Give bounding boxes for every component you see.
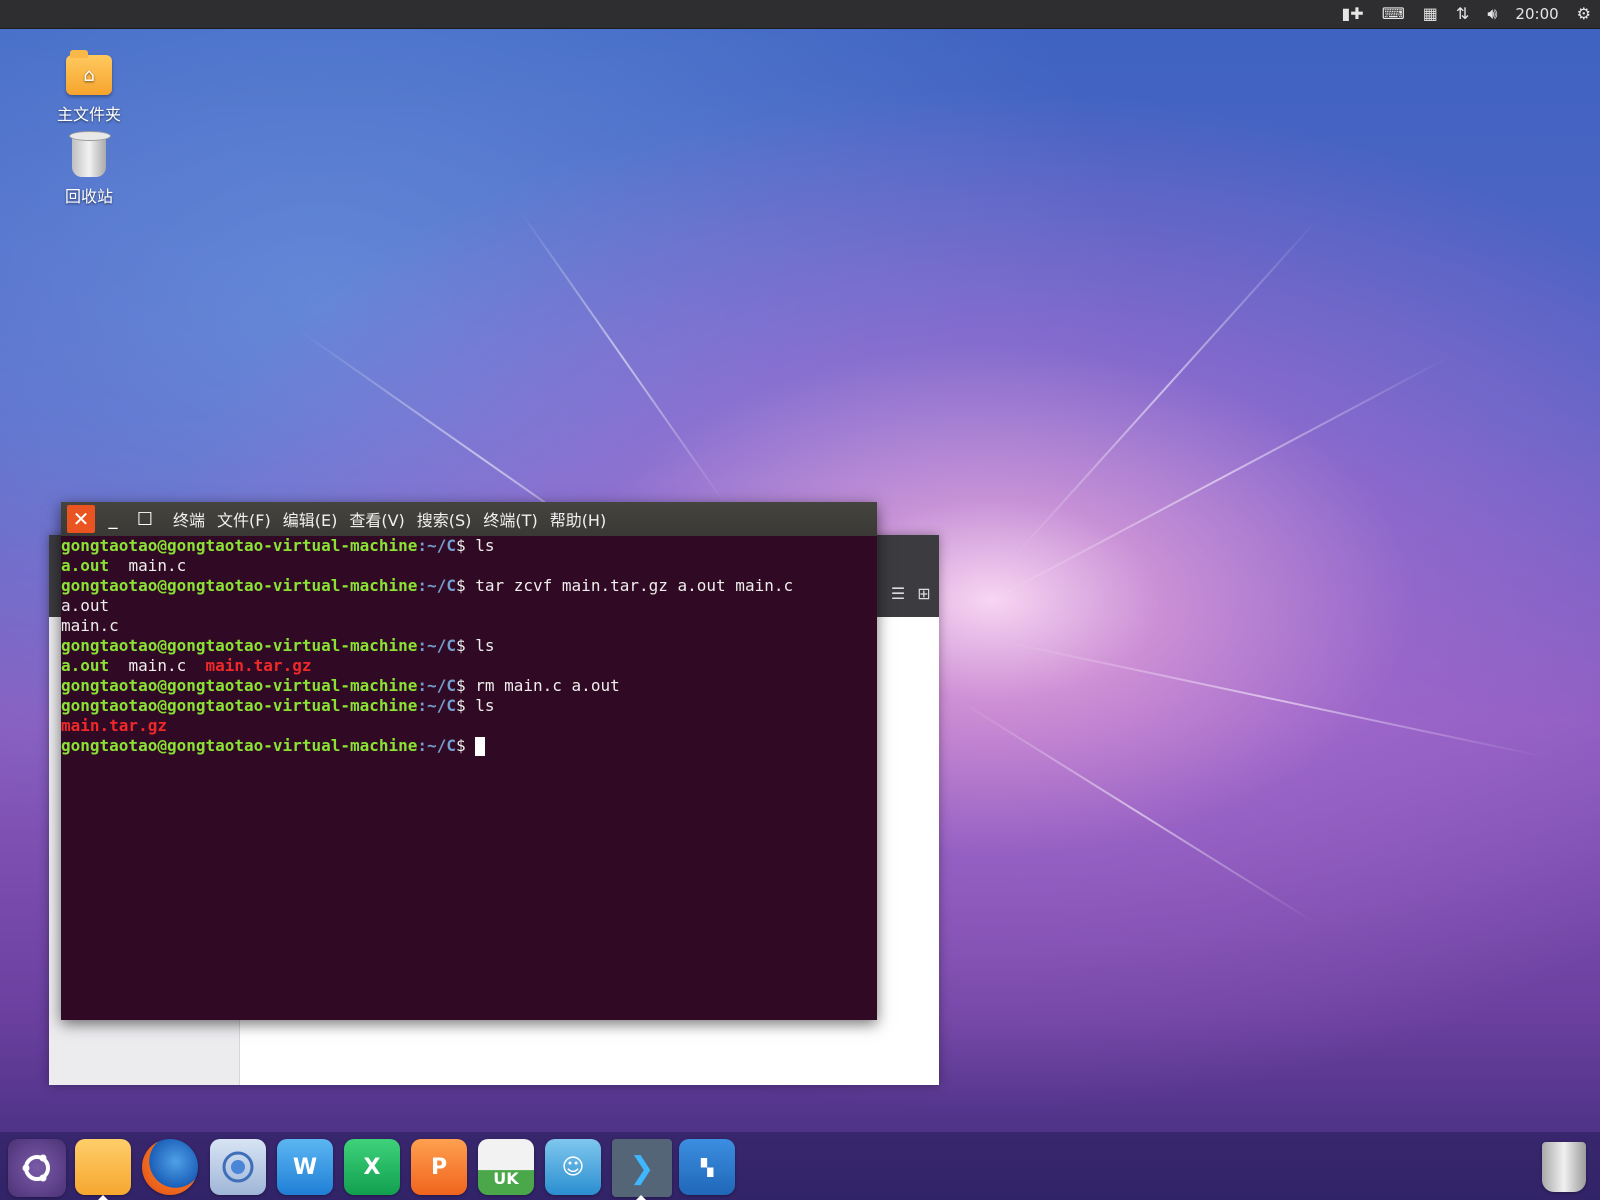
prompt-symbol: $: [455, 696, 476, 715]
system-tray: ▮✚ ⌨ ▦ ⇅ 🔊︎ 20:00 ⚙: [1332, 0, 1600, 28]
menu-terminal-app[interactable]: 终端: [173, 507, 205, 531]
terminal-output[interactable]: gongtaotao@gongtaotao-virtual-machine:~/…: [61, 536, 877, 1020]
dock-software-center[interactable]: UK: [478, 1139, 534, 1195]
terminal-line: gongtaotao@gongtaotao-virtual-machine:~/…: [61, 636, 877, 656]
home-folder-icon: ⌂: [66, 50, 112, 95]
prompt-symbol: $: [455, 576, 476, 595]
spreadsheet-icon: X: [363, 1154, 381, 1180]
terminal-line: a.out main.c main.tar.gz: [61, 656, 877, 676]
calendar-icon[interactable]: ▦: [1423, 0, 1438, 28]
desktop-icon-label: 主文件夹: [56, 105, 121, 124]
prompt-path: :~/C: [417, 676, 456, 695]
workspace-icon: ▚: [700, 1157, 714, 1177]
menu-terminal[interactable]: 终端(T): [483, 507, 537, 531]
menu-search[interactable]: 搜索(S): [417, 507, 472, 531]
dock-file-manager[interactable]: [75, 1139, 131, 1195]
prompt-user: gongtaotao@gongtaotao-virtual-machine: [61, 576, 418, 595]
prompt-symbol: $: [455, 536, 476, 555]
terminal-line: main.c: [61, 616, 119, 635]
output-file-executable: a.out: [61, 556, 110, 575]
desktop-icon-home[interactable]: ⌂ 主文件夹: [44, 50, 134, 125]
trash-icon: [69, 131, 111, 177]
dock-firefox[interactable]: [142, 1139, 198, 1195]
command-text: ls: [475, 636, 495, 655]
prompt-user: gongtaotao@gongtaotao-virtual-machine: [61, 636, 418, 655]
menu-view[interactable]: 查看(V): [349, 507, 404, 531]
desktop-icon-label: 回收站: [64, 187, 113, 206]
network-switch-icon[interactable]: ▮✚: [1341, 0, 1363, 28]
close-icon: ✕: [72, 507, 90, 531]
prompt-path: :~/C: [417, 636, 456, 655]
browser-icon: [222, 1151, 254, 1183]
terminal-line: gongtaotao@gongtaotao-virtual-machine:~/…: [61, 696, 877, 716]
command-text: ls: [475, 696, 495, 715]
writer-icon: W: [292, 1154, 318, 1180]
terminal-line: gongtaotao@gongtaotao-virtual-machine:~/…: [61, 576, 877, 596]
terminal-icon: ❯: [629, 1150, 655, 1186]
terminal-window[interactable]: ✕ _ ☐ 终端 文件(F) 编辑(E) 查看(V) 搜索(S) 终端(T) 帮…: [61, 502, 877, 1020]
clock[interactable]: 20:00: [1515, 0, 1558, 28]
minimize-icon: _: [108, 508, 118, 530]
prompt-user: gongtaotao@gongtaotao-virtual-machine: [61, 536, 418, 555]
software-center-icon: UK: [493, 1168, 519, 1188]
dock-wps-spreadsheet[interactable]: X: [344, 1139, 400, 1195]
terminal-line: gongtaotao@gongtaotao-virtual-machine:~/…: [61, 736, 877, 756]
prompt-user: gongtaotao@gongtaotao-virtual-machine: [61, 696, 418, 715]
assistant-icon: ☺: [561, 1154, 585, 1180]
prompt-symbol: $: [455, 676, 476, 695]
command-text: ls: [475, 536, 495, 555]
volume-icon[interactable]: 🔊︎: [1487, 0, 1497, 28]
terminal-menubar: 终端 文件(F) 编辑(E) 查看(V) 搜索(S) 终端(T) 帮助(H): [173, 507, 618, 531]
terminal-line: a.out main.c: [61, 556, 877, 576]
grid-view-icon[interactable]: ⊞: [911, 582, 937, 606]
dock-system-assistant[interactable]: ☺: [545, 1139, 601, 1195]
top-panel: ▮✚ ⌨ ▦ ⇅ 🔊︎ 20:00 ⚙: [0, 0, 1600, 29]
dock-chromium[interactable]: [210, 1139, 266, 1195]
menu-edit[interactable]: 编辑(E): [283, 507, 338, 531]
start-menu-button[interactable]: [8, 1139, 66, 1197]
terminal-line: a.out: [61, 596, 110, 615]
terminal-titlebar[interactable]: ✕ _ ☐ 终端 文件(F) 编辑(E) 查看(V) 搜索(S) 终端(T) 帮…: [61, 502, 877, 536]
desktop-icon-trash[interactable]: 回收站: [44, 131, 134, 207]
ubuntu-kylin-icon: [22, 1154, 50, 1182]
keyboard-icon[interactable]: ⌨: [1382, 0, 1405, 28]
output-file: main.c: [109, 656, 206, 675]
prompt-path: :~/C: [417, 696, 456, 715]
output-file-executable: a.out: [61, 656, 110, 675]
prompt-path: :~/C: [417, 576, 456, 595]
maximize-icon: ☐: [136, 508, 154, 530]
command-text: tar zcvf main.tar.gz a.out main.c: [475, 576, 794, 595]
presentation-icon: P: [430, 1154, 448, 1180]
output-file: main.c: [109, 556, 187, 575]
transfer-icon[interactable]: ⇅: [1456, 0, 1469, 28]
dock-wps-presentation[interactable]: P: [411, 1139, 467, 1195]
terminal-line: gongtaotao@gongtaotao-virtual-machine:~/…: [61, 676, 877, 696]
list-view-icon[interactable]: ☰: [885, 582, 911, 606]
terminal-line: gongtaotao@gongtaotao-virtual-machine:~/…: [61, 536, 877, 556]
running-indicator: [636, 1195, 646, 1200]
menu-help[interactable]: 帮助(H): [550, 507, 607, 531]
settings-icon[interactable]: ⚙: [1577, 0, 1591, 28]
terminal-line: main.tar.gz: [61, 716, 167, 735]
dock-wps-writer[interactable]: W: [277, 1139, 333, 1195]
prompt-path: :~/C: [417, 536, 456, 555]
menu-file[interactable]: 文件(F): [217, 507, 271, 531]
close-button[interactable]: ✕: [67, 505, 95, 533]
prompt-path: :~/C: [417, 736, 456, 755]
running-indicator: [98, 1195, 108, 1200]
dock-trash[interactable]: [1542, 1142, 1586, 1192]
prompt-symbol: $: [455, 736, 476, 755]
minimize-button[interactable]: _: [99, 505, 127, 533]
text-cursor: [475, 737, 486, 756]
maximize-button[interactable]: ☐: [131, 505, 159, 533]
output-file-archive: main.tar.gz: [205, 656, 312, 675]
command-text: rm main.c a.out: [475, 676, 620, 695]
dock-workspace-switcher[interactable]: ▚: [679, 1139, 735, 1195]
prompt-symbol: $: [455, 636, 476, 655]
prompt-user: gongtaotao@gongtaotao-virtual-machine: [61, 676, 418, 695]
dock-terminal[interactable]: ❯: [612, 1139, 672, 1197]
prompt-user: gongtaotao@gongtaotao-virtual-machine: [61, 736, 418, 755]
